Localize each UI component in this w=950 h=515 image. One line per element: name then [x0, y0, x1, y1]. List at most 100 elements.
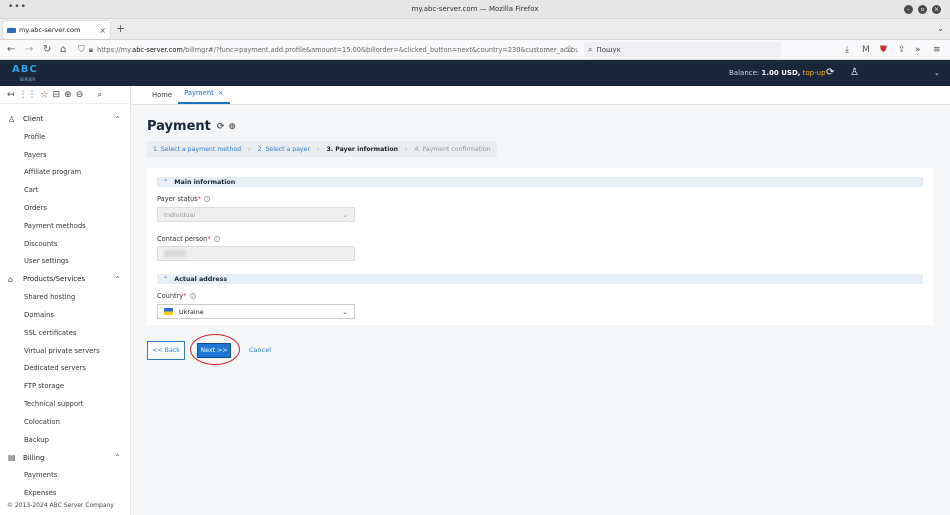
- refresh-icon[interactable]: ⟳: [217, 122, 225, 132]
- payer-status-value: Individual: [164, 210, 196, 219]
- next-button[interactable]: Next >>: [197, 343, 231, 358]
- billing-icon: ▤: [8, 453, 16, 463]
- back-icon[interactable]: ←: [7, 43, 15, 57]
- help-icon[interactable]: ?: [213, 236, 220, 242]
- reload-icon[interactable]: ↻: [43, 43, 51, 57]
- step-4: 4. Payment confirmation: [414, 145, 491, 153]
- collapse-chevron-icon[interactable]: ⌃: [163, 179, 168, 186]
- required-marker: *: [183, 292, 187, 300]
- sidebar-item-shared-hosting[interactable]: Shared hosting: [0, 288, 130, 306]
- favorites-icon[interactable]: ☆: [41, 90, 49, 100]
- help-icon[interactable]: ?: [204, 196, 211, 202]
- browser-navbar: ← → ↻ ⌂ ⛉ 🔒︎ https://my. abc-server.com/b…: [0, 40, 950, 60]
- sidebar-item-cart[interactable]: Cart: [0, 181, 130, 199]
- tab-payment[interactable]: Payment ×: [178, 85, 230, 104]
- content-tabs: Home Payment ×: [131, 86, 950, 105]
- step-1[interactable]: 1. Select a payment method: [153, 146, 241, 153]
- sidebar-item-expenses[interactable]: Expenses: [0, 484, 130, 502]
- maximize-icon[interactable]: ▫: [918, 5, 927, 14]
- chevron-down-icon[interactable]: ⌄: [934, 69, 940, 77]
- section-label: Billing: [23, 453, 45, 462]
- sidebar-item-backup[interactable]: Backup: [0, 431, 130, 449]
- user-account-icon[interactable]: ♙: [850, 67, 859, 78]
- sidebar-item-ftp[interactable]: FTP storage: [0, 377, 130, 395]
- search-box[interactable]: ⌕ Пошук: [584, 42, 781, 58]
- topup-link[interactable]: top-up: [803, 69, 826, 77]
- support-icon[interactable]: ⟳: [826, 67, 834, 78]
- forward-icon[interactable]: →: [25, 43, 33, 57]
- payer-status-label: Payer status*?: [157, 195, 211, 203]
- country-label: Country*?: [157, 292, 196, 300]
- bookmark-star-icon[interactable]: ☆: [565, 43, 574, 57]
- copyright: © 2013-2024 ABC Server Company: [7, 502, 114, 509]
- browser-tab[interactable]: my.abc-server.com ×: [3, 21, 110, 39]
- sidebar-item-affiliate[interactable]: Affiliate program: [0, 164, 130, 182]
- required-marker: *: [197, 195, 202, 203]
- new-tab-icon[interactable]: +: [116, 22, 125, 35]
- close-window-icon[interactable]: ×: [932, 5, 941, 14]
- mail-icon[interactable]: M: [862, 43, 870, 57]
- tab-payment-label: Payment: [184, 89, 214, 97]
- collapse-chevron-icon[interactable]: ⌃: [163, 276, 168, 283]
- sidebar-search-icon[interactable]: ⌕: [97, 90, 102, 100]
- sidebar-item-payment-methods[interactable]: Payment methods: [0, 217, 130, 235]
- url-bar[interactable]: ⛉ 🔒︎ https://my. abc-server.com/billmgr#/…: [78, 42, 578, 58]
- search-placeholder: Пошук: [596, 46, 621, 54]
- back-button[interactable]: << Back: [147, 341, 185, 360]
- step-2[interactable]: 2. Select a payer: [258, 146, 310, 153]
- help-icon[interactable]: ?: [189, 293, 196, 299]
- sidebar-item-payers[interactable]: Payers: [0, 146, 130, 164]
- window-titlebar: ••• my.abc-server.com — Mozilla Firefox …: [0, 0, 950, 19]
- main-info-header[interactable]: ⌃ Main information: [157, 177, 923, 187]
- lock-icon: 🔒︎: [88, 45, 94, 54]
- share-icon[interactable]: ⇪: [898, 43, 906, 57]
- sidebar-item-profile[interactable]: Profile: [0, 128, 130, 146]
- balance-display: Balance: 1.00 USD, top-up: [729, 69, 826, 77]
- company-logo[interactable]: ABC SERVER: [12, 65, 43, 83]
- chevron-up-icon[interactable]: ⌃: [114, 275, 121, 284]
- sidebar-item-payments[interactable]: Payments: [0, 467, 130, 485]
- sidebar-item-vps[interactable]: Virtual private servers: [0, 342, 130, 360]
- sidebar-item-discounts[interactable]: Discounts: [0, 235, 130, 253]
- home-icon[interactable]: ⌂: [60, 43, 66, 57]
- extension-icon[interactable]: ⛊: [880, 43, 887, 57]
- country-label-text: Country: [157, 292, 184, 300]
- logo-subtext: SERVER: [19, 77, 36, 82]
- sidebar-section-billing[interactable]: ▤ Billing ⌃: [0, 449, 130, 467]
- actual-address-header[interactable]: ⌃ Actual address: [157, 274, 923, 284]
- tab-close-icon[interactable]: ×: [99, 26, 106, 35]
- downloads-icon[interactable]: ⤓: [845, 43, 849, 57]
- sidebar-item-dedicated[interactable]: Dedicated servers: [0, 360, 130, 378]
- window-menu-icon[interactable]: •••: [8, 2, 27, 12]
- balance-value: 1.00 USD,: [761, 69, 801, 77]
- actual-address-title: Actual address: [174, 275, 228, 283]
- sidebar-item-domains[interactable]: Domains: [0, 306, 130, 324]
- section-label: Client: [23, 115, 44, 123]
- hamburger-menu-icon[interactable]: ≡: [933, 43, 941, 57]
- tree-icon[interactable]: ⋮⋮: [19, 90, 37, 100]
- chevron-up-icon[interactable]: ⌃: [114, 115, 121, 124]
- country-select[interactable]: Ukraine ⌄: [157, 304, 355, 319]
- sidebar-item-orders[interactable]: Orders: [0, 199, 130, 217]
- page-title-text: Payment: [147, 119, 211, 134]
- sidebar-section-products[interactable]: ⌂ Products/Services ⌃: [0, 270, 130, 288]
- minimize-icon[interactable]: –: [904, 5, 913, 14]
- contact-person-label: Contact person*?: [157, 235, 220, 243]
- tab-list-icon[interactable]: ⌄: [937, 24, 944, 33]
- tab-home[interactable]: Home: [146, 85, 178, 104]
- sidebar-item-colocation[interactable]: Colocation: [0, 413, 130, 431]
- sidebar-item-ssl[interactable]: SSL certificates: [0, 324, 130, 342]
- collapse-icon[interactable]: ↤: [7, 90, 15, 100]
- close-tab-icon[interactable]: ×: [218, 89, 224, 97]
- add-icon[interactable]: ⊕: [64, 90, 72, 100]
- remove-icon[interactable]: ⊖: [76, 90, 84, 100]
- cancel-button[interactable]: Cancel: [249, 346, 271, 354]
- favicon-icon: [7, 27, 16, 33]
- chevron-up-icon[interactable]: ⌃: [114, 453, 121, 462]
- globe-icon[interactable]: ⊕: [228, 122, 236, 132]
- sidebar-section-client[interactable]: ♙ Client ⌃: [0, 110, 130, 128]
- sidebar-item-support[interactable]: Technical support: [0, 395, 130, 413]
- sidebar-item-user-settings[interactable]: User settings: [0, 253, 130, 271]
- cart-icon[interactable]: ⊟: [53, 90, 61, 100]
- overflow-icon[interactable]: »: [915, 43, 921, 57]
